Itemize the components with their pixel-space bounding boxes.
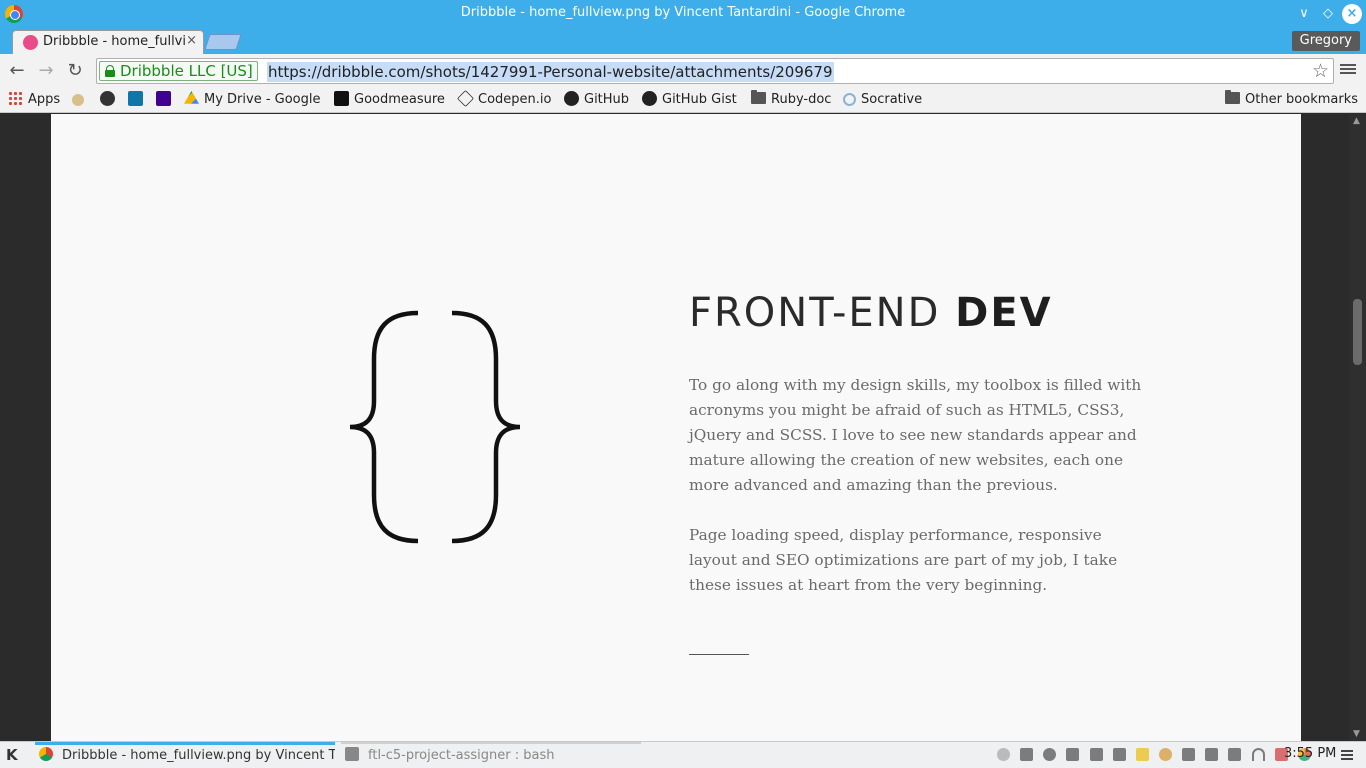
tab-close-icon[interactable]: × — [186, 33, 197, 48]
close-window-button[interactable]: × — [1342, 4, 1362, 24]
printer-icon[interactable] — [1112, 748, 1126, 761]
bookmark-github[interactable]: GitHub — [564, 91, 629, 109]
bookmark-codepen[interactable]: Codepen.io — [457, 90, 551, 109]
bookmarks-bar: Apps My Drive - Google Goodmeasure Codep… — [0, 87, 1366, 113]
maximize-button[interactable]: ◇ — [1318, 4, 1338, 24]
codepen-icon — [457, 90, 474, 107]
lock-icon — [105, 65, 115, 77]
tab-label: Dribbble - home_fullview.png by Vincent … — [43, 34, 185, 49]
browser-toolbar: ← → ↻ Dribbble LLC [US] https://dribbble… — [0, 54, 1366, 87]
folder-icon — [1225, 90, 1240, 104]
bookmark-socrative[interactable]: Socrative — [843, 91, 922, 109]
terminal-icon — [345, 747, 359, 761]
chrome-menu-button[interactable] — [1340, 62, 1356, 78]
github-icon — [642, 91, 657, 106]
weather-icon[interactable] — [1158, 748, 1172, 761]
sdcard-icon[interactable] — [1089, 748, 1103, 761]
bookmark-google-drive[interactable]: My Drive - Google — [184, 91, 321, 109]
google-drive-icon — [184, 91, 199, 104]
clock[interactable]: 3:55 PM — [1284, 746, 1336, 761]
url-text[interactable]: https://dribbble.com/shots/1427991-Perso… — [267, 62, 834, 82]
kde-menu-icon[interactable]: K — [6, 746, 18, 764]
system-tray — [994, 747, 1314, 763]
forward-button[interactable]: → — [35, 60, 57, 82]
linkedin-round-icon — [100, 91, 115, 106]
bookmark-linkedin[interactable] — [128, 91, 148, 109]
ev-label: Dribbble LLC [US] — [120, 62, 253, 80]
scroll-down-icon[interactable]: ▼ — [1353, 729, 1360, 739]
info-icon[interactable] — [997, 748, 1010, 761]
new-tab-button[interactable] — [204, 34, 242, 50]
reload-button[interactable]: ↻ — [64, 60, 86, 82]
clipboard-icon[interactable] — [1020, 748, 1034, 761]
bookmark-figure[interactable] — [72, 91, 89, 109]
volume-icon[interactable] — [1205, 748, 1219, 761]
folder-icon — [751, 90, 766, 104]
section-heading: FRONT-END DEV — [689, 290, 1053, 336]
network-manager-icon[interactable] — [1182, 748, 1196, 761]
taskbar-item-terminal[interactable]: ftl-c5-project-assigner : bash — [341, 742, 641, 768]
bookmark-github-gist[interactable]: GitHub Gist — [642, 91, 737, 109]
tab-strip: Dribbble - home_fullview.png by Vincent … — [0, 28, 1366, 54]
notes-icon[interactable] — [1135, 748, 1149, 761]
scrollbar-thumb[interactable] — [1353, 299, 1362, 365]
chrome-icon — [39, 747, 53, 761]
profile-button[interactable]: Gregory — [1291, 31, 1360, 51]
goodmeasure-icon — [334, 91, 349, 106]
figure-icon — [72, 94, 84, 106]
dribbble-icon — [23, 35, 38, 50]
browser-viewport: FRONT-END DEV To go along with my design… — [0, 114, 1366, 741]
minimize-button[interactable]: ∨ — [1294, 4, 1314, 24]
page-scrollbar[interactable]: ▲ ▼ — [1349, 114, 1366, 741]
heading-bold-text: DEV — [955, 290, 1053, 336]
bookmark-ruby-doc[interactable]: Ruby-doc — [751, 90, 831, 109]
dribbble-attachment-image[interactable]: FRONT-END DEV To go along with my design… — [51, 114, 1301, 741]
divider — [689, 654, 749, 655]
paragraph-toolbox: To go along with my design skills, my to… — [689, 376, 1142, 494]
linkedin-icon — [128, 91, 143, 106]
taskbar-item-chrome[interactable]: Dribbble - home_fullview.png by Vincent … — [35, 742, 335, 768]
panel-menu-button[interactable] — [1341, 748, 1353, 762]
bookmark-other[interactable]: Other bookmarks — [1225, 90, 1358, 109]
sync-icon[interactable] — [1043, 748, 1057, 761]
tab-dribbble[interactable]: Dribbble - home_fullview.png by Vincent … — [12, 30, 204, 54]
window-titlebar: Dribbble - home_fullview.png by Vincent … — [0, 0, 1366, 28]
apps-grid-icon — [8, 91, 22, 105]
yahoo-icon — [156, 91, 171, 106]
address-bar[interactable]: Dribbble LLC [US] https://dribbble.com/s… — [96, 58, 1334, 84]
socrative-icon — [843, 93, 856, 106]
bookmark-linkedin-round[interactable] — [100, 91, 120, 109]
phone-icon[interactable] — [1066, 748, 1080, 761]
system-taskbar: K Dribbble - home_fullview.png by Vincen… — [0, 741, 1366, 768]
bookmark-apps[interactable]: Apps — [8, 91, 60, 109]
bookmark-yahoo[interactable] — [156, 91, 176, 109]
window-title: Dribbble - home_fullview.png by Vincent … — [460, 5, 906, 20]
ev-certificate-badge[interactable]: Dribbble LLC [US] — [99, 61, 258, 81]
scroll-up-icon[interactable]: ▲ — [1353, 116, 1360, 126]
bookmark-goodmeasure[interactable]: Goodmeasure — [334, 91, 445, 109]
curly-braces-icon — [349, 310, 521, 544]
battery-icon[interactable] — [1228, 748, 1242, 761]
wifi-icon[interactable] — [1251, 748, 1265, 761]
paragraph-performance: Page loading speed, display performance,… — [689, 526, 1118, 594]
github-icon — [564, 91, 579, 106]
bookmark-star-icon[interactable]: ☆ — [1312, 60, 1329, 82]
back-button[interactable]: ← — [6, 60, 28, 82]
heading-light-text: FRONT-END — [689, 290, 956, 336]
